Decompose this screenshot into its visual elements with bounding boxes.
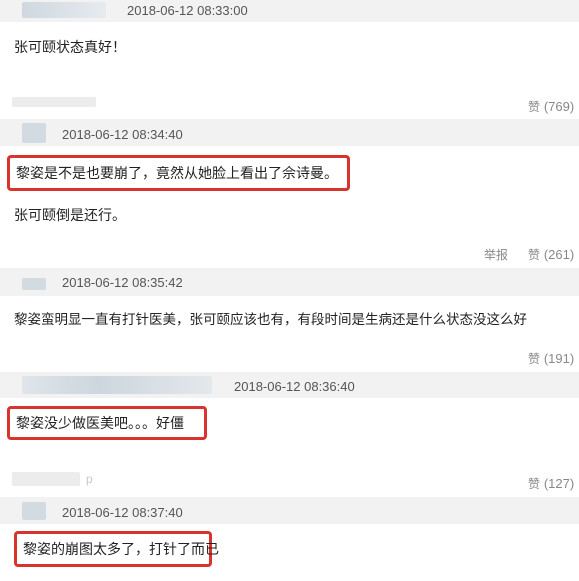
like-count: (191) (543, 351, 575, 366)
comment-text: 张可颐倒是还行。 (14, 208, 126, 224)
highlighted-comment-box: 黎姿是不是也要崩了，竟然从她脸上看出了佘诗曼。 (7, 155, 350, 191)
like-label: 赞 (528, 248, 541, 262)
avatar[interactable] (22, 376, 212, 394)
comment-text-highlighted: 黎姿没少做医美吧。。。好僵 (16, 416, 184, 432)
avatar[interactable] (22, 278, 46, 290)
like-button[interactable]: 赞 (261) (528, 247, 574, 263)
highlighted-comment-box: 黎姿的崩图太多了，打针了而已 (14, 531, 219, 567)
comment-text-highlighted: 黎姿的崩图太多了，打针了而已 (23, 542, 219, 558)
like-count: (769) (543, 99, 575, 114)
username-fragment: p (86, 472, 93, 486)
avatar[interactable] (22, 502, 46, 520)
comment-timestamp: 2018-06-12 08:33:00 (127, 3, 248, 18)
like-label: 赞 (528, 100, 541, 114)
comment-text-highlighted: 黎姿是不是也要崩了，竟然从她脸上看出了佘诗曼。 (16, 166, 338, 182)
comment-text: 张可颐状态真好！ (14, 40, 126, 56)
avatar[interactable] (22, 123, 46, 143)
comment-timestamp: 2018-06-12 08:36:40 (234, 379, 355, 394)
like-count: (261) (543, 247, 575, 262)
username[interactable] (12, 472, 80, 486)
like-label: 赞 (528, 477, 541, 491)
comment-timestamp: 2018-06-12 08:37:40 (62, 505, 183, 520)
avatar[interactable] (22, 2, 106, 18)
comment-timestamp: 2018-06-12 08:34:40 (62, 127, 183, 142)
highlighted-comment-box: 黎姿没少做医美吧。。。好僵 (7, 406, 207, 440)
comment-text: 黎姿蛮明显一直有打针医美，张可颐应该也有，有段时间是生病还是什么状态没这么好 (14, 312, 527, 328)
like-button[interactable]: 赞 (191) (528, 351, 574, 367)
report-button[interactable]: 举报 (484, 247, 508, 263)
like-label: 赞 (528, 352, 541, 366)
like-button[interactable]: 赞 (127) (528, 476, 574, 492)
like-button[interactable]: 赞 (769) (528, 99, 574, 115)
like-count: (127) (543, 476, 575, 491)
comment-timestamp: 2018-06-12 08:35:42 (62, 275, 183, 290)
username[interactable] (12, 97, 96, 107)
